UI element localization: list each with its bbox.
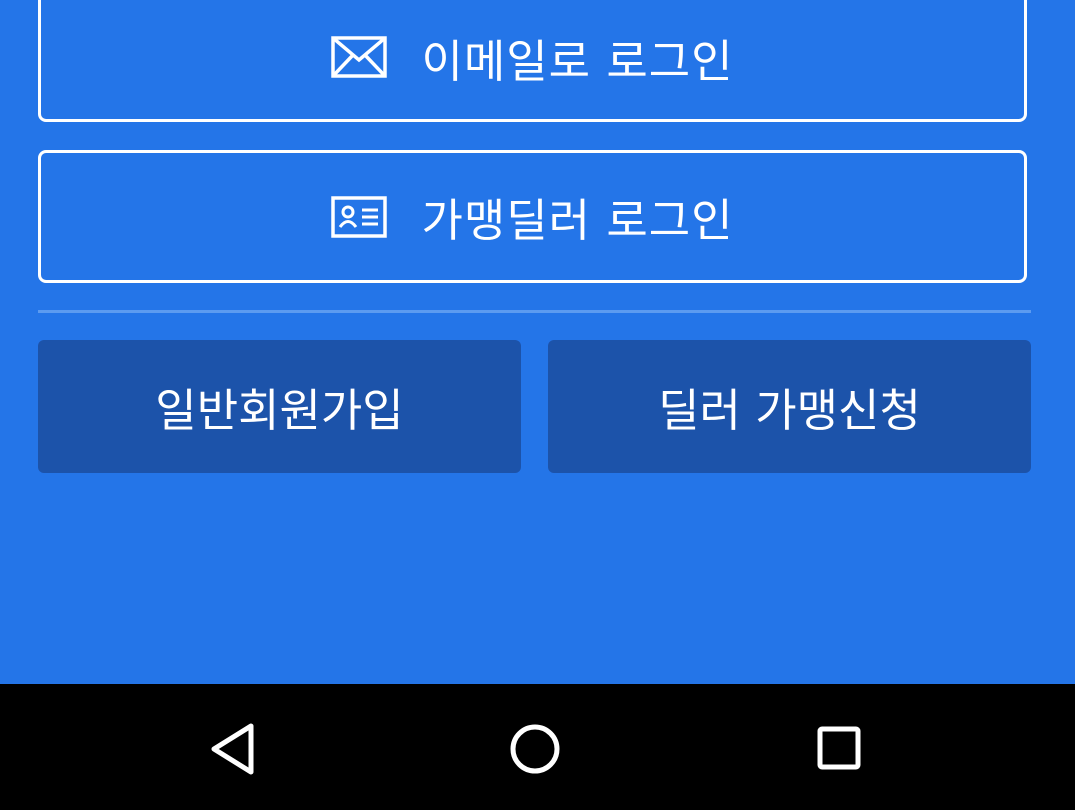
system-nav-bar <box>0 684 1075 810</box>
login-screen: 이메일로 로그인 가맹딜러 로그인 일반회원가입 딜러 가맹신청 <box>0 0 1075 810</box>
email-login-button[interactable]: 이메일로 로그인 <box>38 0 1027 122</box>
id-card-icon <box>331 195 388 238</box>
dealer-login-button-content: 가맹딜러 로그인 <box>331 184 733 249</box>
recent-apps-button[interactable] <box>804 714 874 784</box>
dealer-apply-label: 딜러 가맹신청 <box>658 384 921 437</box>
dealer-login-button[interactable]: 가맹딜러 로그인 <box>38 150 1027 283</box>
signup-button[interactable]: 일반회원가입 <box>38 340 521 473</box>
back-triangle-icon <box>211 723 254 775</box>
dealer-apply-button[interactable]: 딜러 가맹신청 <box>548 340 1031 473</box>
back-button[interactable] <box>200 714 270 784</box>
home-circle-icon <box>510 724 560 774</box>
home-button[interactable] <box>500 714 570 784</box>
email-login-label: 이메일로 로그인 <box>421 34 734 88</box>
divider <box>38 310 1031 313</box>
signup-label: 일반회원가입 <box>155 384 404 437</box>
recent-apps-square-icon <box>817 726 861 770</box>
dealer-login-label: 가맹딜러 로그인 <box>421 194 734 247</box>
email-login-button-content: 이메일로 로그인 <box>331 25 733 90</box>
envelope-icon <box>331 36 388 78</box>
